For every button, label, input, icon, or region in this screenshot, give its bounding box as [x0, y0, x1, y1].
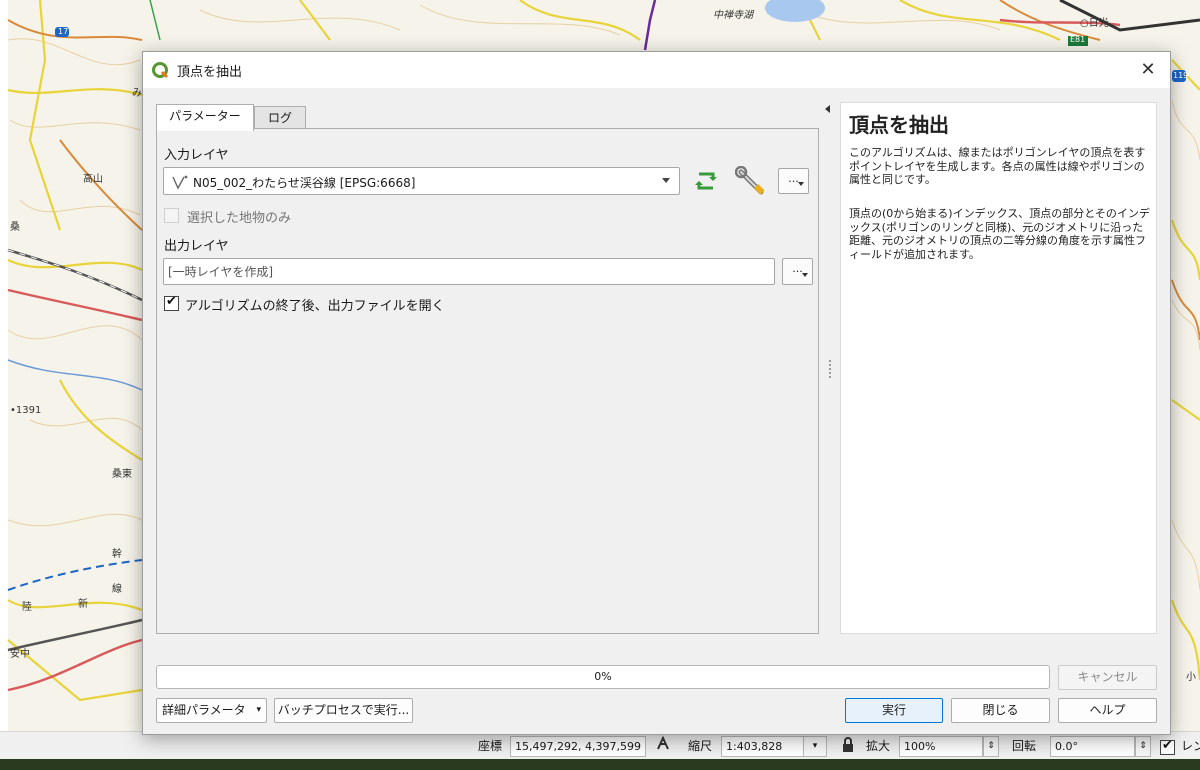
magnifier-stepper[interactable]: ⇕	[983, 736, 999, 757]
wrench-icon[interactable]	[735, 166, 769, 196]
status-bar: 座標 15,497,292, 4,397,599 縮尺 1:403,828 ▾ …	[0, 731, 1200, 759]
batch-process-button[interactable]: バッチプロセスで実行...	[274, 698, 413, 723]
parameters-panel	[156, 128, 819, 634]
help-panel: 頂点を抽出 このアルゴリズムは、線またはポリゴンレイヤの頂点を表すポイントレイヤ…	[840, 102, 1157, 634]
map-label-nikko: ○日光	[1080, 18, 1109, 29]
iterate-icon[interactable]	[691, 168, 721, 194]
selected-only-checkbox[interactable]	[164, 208, 179, 223]
cancel-button[interactable]: キャンセル	[1058, 665, 1157, 690]
map-label-ko: 小	[1186, 672, 1196, 683]
lock-icon[interactable]	[841, 737, 855, 757]
output-layer-field[interactable]	[163, 258, 775, 285]
map-label-sen: 線	[112, 584, 122, 595]
dialog-title: 頂点を抽出	[177, 65, 243, 80]
magnifier-label: 拡大	[866, 739, 891, 753]
map-label-kuwa: 桑	[10, 222, 20, 233]
open-output-label: アルゴリズムの終了後、出力ファイルを開く	[185, 299, 445, 314]
help-paragraph-2: 頂点の(0から始まる)インデックス、頂点の部分とそのインデックス(ポリゴンのリン…	[849, 207, 1150, 261]
advanced-parameters-label: 詳細パラメータ	[162, 703, 246, 717]
dialog-titlebar[interactable]: 頂点を抽出 ✕	[143, 52, 1170, 88]
help-button[interactable]: ヘルプ	[1058, 698, 1157, 723]
map-label-kan: 幹	[112, 549, 122, 560]
map-label-chuzenji: 中禅寺湖	[713, 10, 753, 21]
close-button[interactable]: 閉じる	[951, 698, 1050, 723]
splitter-handle[interactable]	[829, 360, 831, 378]
input-layer-combobox[interactable]: N05_002_わたらせ渓谷線 [EPSG:6668]	[163, 167, 680, 195]
progress-bar: 0%	[156, 665, 1050, 689]
render-label: レン	[1181, 739, 1200, 753]
input-layer-label: 入力レイヤ	[164, 148, 229, 163]
map-label-1391: •1391	[10, 405, 42, 416]
map-label-e81: E81	[1070, 35, 1086, 44]
qgis-logo-icon	[152, 62, 169, 79]
extract-vertices-dialog: 頂点を抽出 ✕ パラメーター ログ 入力レイヤ N05_002_わたらせ渓谷線 …	[142, 51, 1171, 735]
chevron-down-icon: ▾	[256, 705, 261, 715]
map-label-shin: 新	[78, 599, 88, 610]
close-icon[interactable]: ✕	[1126, 52, 1170, 88]
input-layer-more-button[interactable]: ...	[778, 168, 809, 194]
collapse-help-arrow-icon[interactable]	[825, 105, 830, 113]
help-paragraph-1: このアルゴリズムは、線またはポリゴンレイヤの頂点を表すポイントレイヤを生成します…	[849, 146, 1146, 186]
output-layer-label: 出力レイヤ	[164, 239, 229, 254]
output-layer-more-button[interactable]: ...	[782, 258, 813, 285]
map-label-119: 119	[1173, 71, 1189, 80]
rotation-field[interactable]: 0.0°	[1050, 736, 1135, 757]
open-output-checkbox[interactable]	[164, 294, 179, 311]
chevron-down-icon	[662, 178, 670, 183]
advanced-parameters-button[interactable]: 詳細パラメータ ▾	[156, 698, 267, 723]
scale-field[interactable]: 1:403,828	[721, 736, 804, 757]
coordinate-field[interactable]: 15,497,292, 4,397,599	[510, 736, 646, 757]
tab-parameters[interactable]: パラメーター	[156, 104, 254, 131]
scale-label: 縮尺	[688, 739, 713, 753]
selected-only-label: 選択した地物のみ	[187, 211, 292, 226]
input-layer-value: N05_002_わたらせ渓谷線 [EPSG:6668]	[193, 176, 416, 190]
mouse-icon[interactable]	[654, 735, 672, 755]
tab-log[interactable]: ログ	[254, 106, 306, 129]
scale-dropdown-button[interactable]: ▾	[803, 736, 827, 757]
map-label-riku: 陸	[22, 602, 32, 613]
line-layer-icon	[172, 175, 188, 190]
coordinate-label: 座標	[478, 739, 503, 753]
map-label-takayama: 高山	[83, 174, 103, 185]
map-label-kuwahigashi: 桑東	[112, 469, 132, 480]
magnifier-field[interactable]: 100%	[899, 736, 983, 757]
run-button[interactable]: 実行	[845, 698, 943, 723]
rotation-stepper[interactable]: ⇕	[1135, 736, 1151, 757]
map-label-annaka: 安中	[10, 649, 30, 660]
taskbar-strip	[0, 759, 1200, 770]
render-checkbox[interactable]	[1160, 738, 1175, 755]
rotation-label: 回転	[1012, 739, 1037, 753]
progress-text: 0%	[594, 670, 612, 683]
help-title: 頂点を抽出	[849, 113, 949, 137]
map-label-17: 17	[58, 27, 69, 36]
